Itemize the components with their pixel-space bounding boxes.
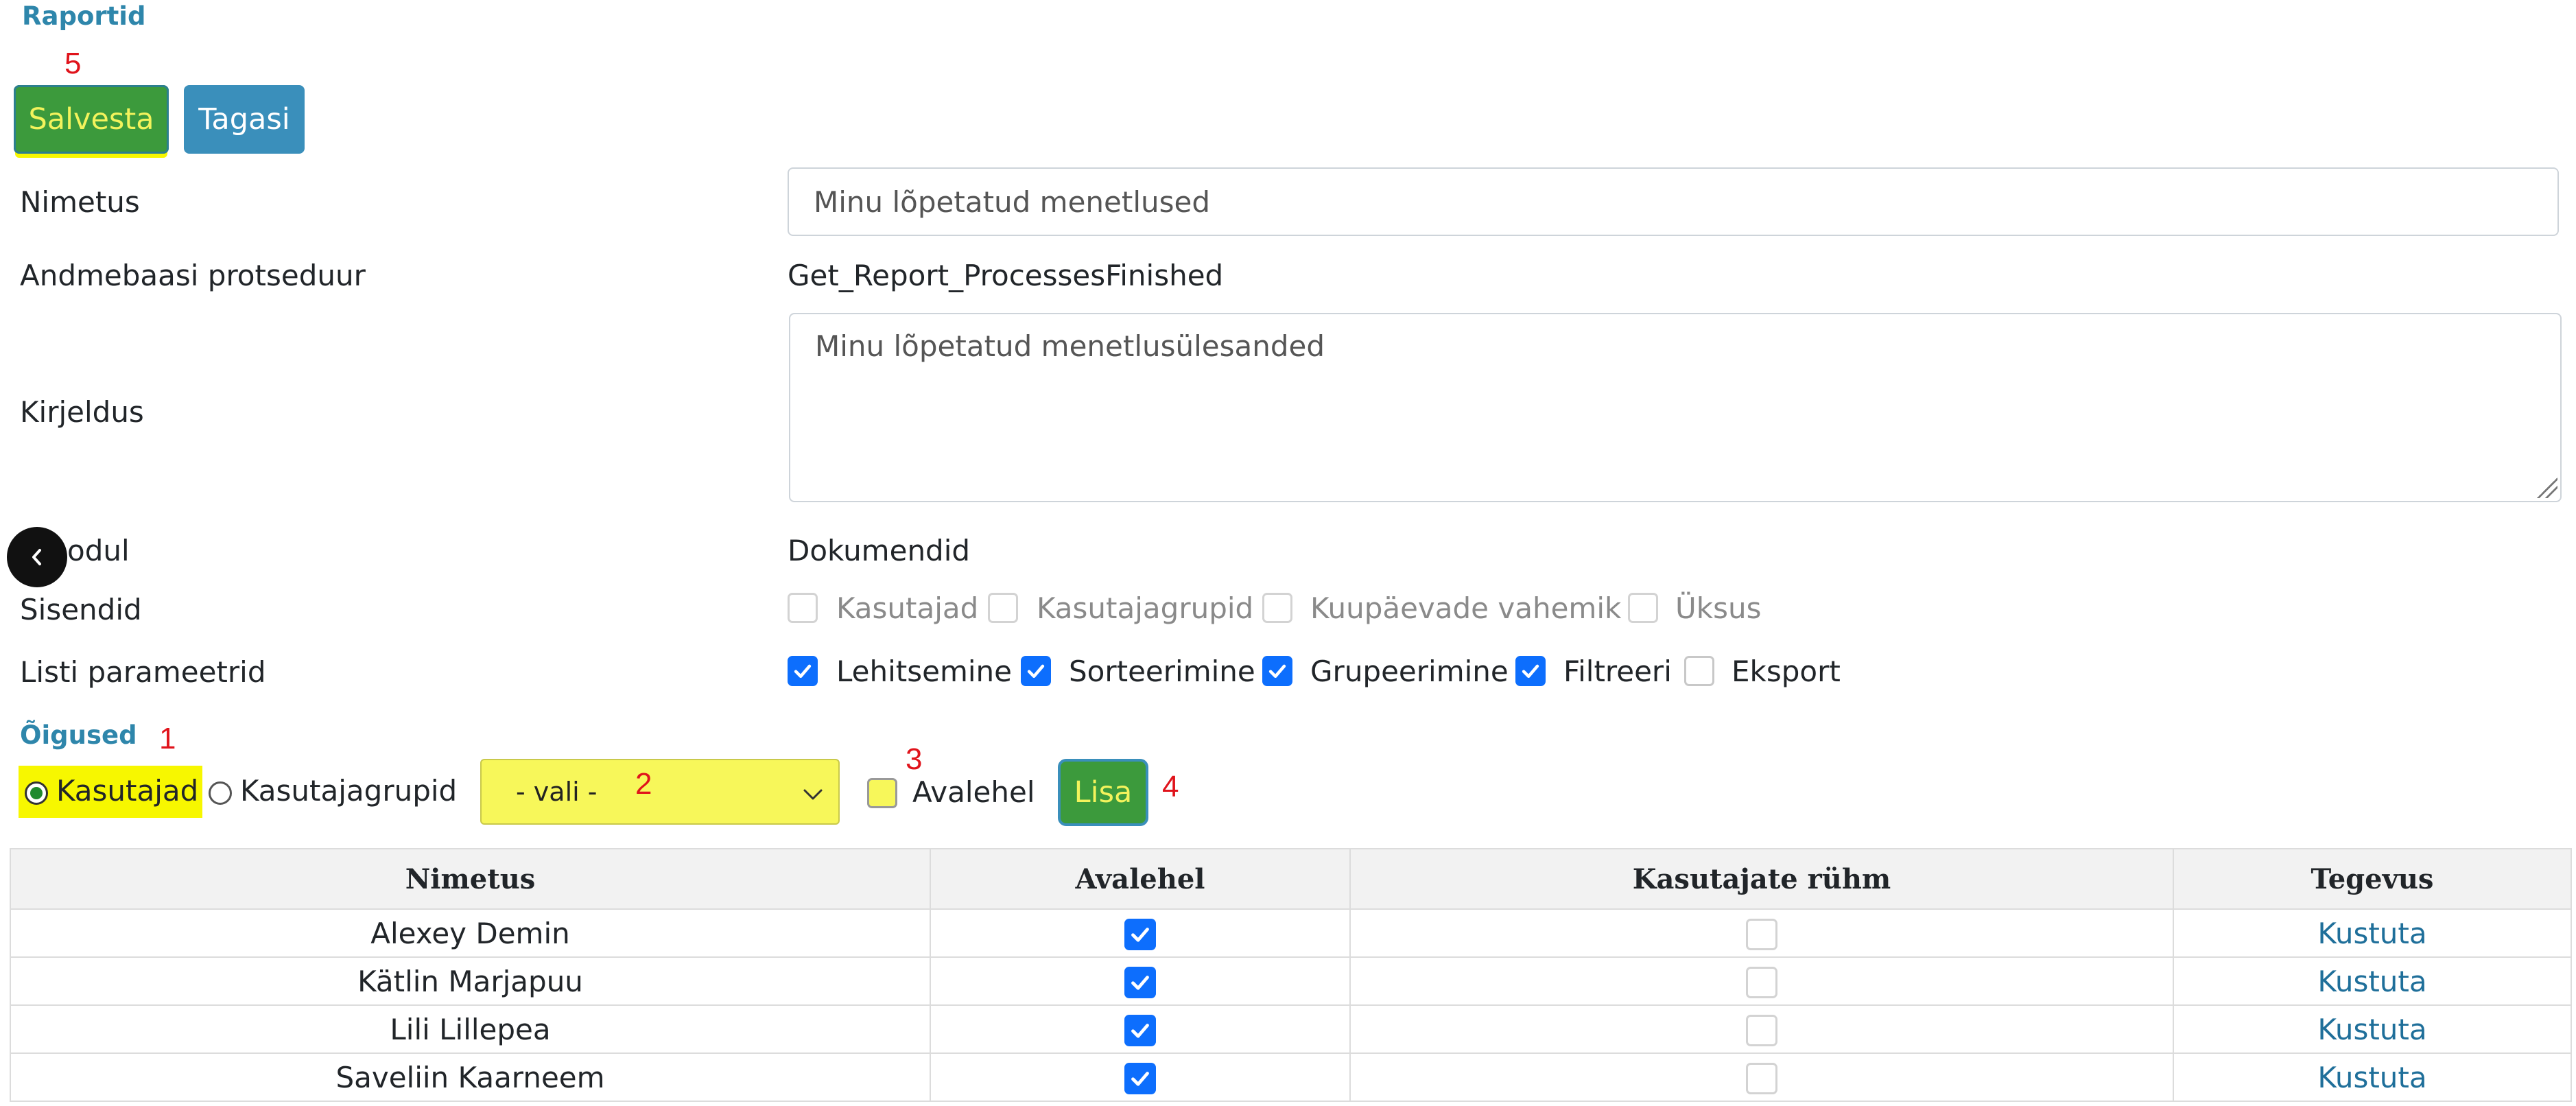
row-name: Alexey Demin [10,908,931,958]
row-action-cell: Kustuta [2173,1004,2572,1054]
breadcrumb-raportid[interactable]: Raportid [22,1,145,31]
inputs-groups-checkbox[interactable] [988,593,1018,623]
param-export-checkbox[interactable] [1684,656,1714,686]
param-paging-label: Lehitsemine [836,655,1013,688]
row-frontpage-checkbox[interactable] [1124,1063,1156,1095]
frontpage-label: Avalehel [912,775,1035,809]
check-icon [1268,664,1286,679]
param-sorting-label: Sorteerimine [1069,655,1255,688]
inputs-unit-label: Üksus [1675,591,1762,625]
row-group-checkbox[interactable] [1746,1063,1777,1095]
save-button[interactable]: Salvesta [14,85,169,154]
row-action-cell: Kustuta [2173,908,2572,958]
inputs-label: Sisendid [20,593,142,626]
row-name: Kätlin Marjapuu [10,956,931,1006]
row-frontpage-cell [930,1004,1351,1054]
check-icon [1522,664,1539,679]
row-frontpage-cell [930,908,1351,958]
annotation-1: 1 [159,722,176,755]
delete-link[interactable]: Kustuta [2317,1013,2426,1046]
table-row: Kätlin Marjapuu Kustuta [10,956,2572,1006]
check-icon [1131,1024,1149,1038]
column-header-name[interactable]: Nimetus [10,848,931,910]
table-header-row: Nimetus Avalehel Kasutajate rühm Tegevus [10,848,2572,910]
description-textarea[interactable]: Minu lõpetatud menetlusülesanded [789,313,2562,502]
delete-link[interactable]: Kustuta [2317,917,2426,950]
rights-table: Nimetus Avalehel Kasutajate rühm Tegevus… [10,848,2572,1102]
param-grouping-checkbox[interactable] [1262,656,1292,686]
procedure-label: Andmebaasi protseduur [20,259,366,292]
row-group-cell [1349,908,2174,958]
row-group-cell [1349,1004,2174,1054]
delete-link[interactable]: Kustuta [2317,1061,2426,1094]
list-params-label: Listi parameetrid [20,655,266,689]
row-group-cell [1349,956,2174,1006]
annotation-3: 3 [906,742,923,776]
check-icon [1131,1072,1149,1086]
frontpage-checkbox[interactable] [867,778,897,808]
annotation-5: 5 [64,47,82,80]
add-button[interactable]: Lisa [1061,762,1146,823]
row-frontpage-checkbox[interactable] [1124,967,1156,999]
check-icon [1131,928,1149,942]
inputs-daterange-checkbox[interactable] [1262,593,1292,623]
resize-grip-icon[interactable] [2537,478,2557,498]
column-header-action: Tegevus [2173,848,2572,910]
delete-link[interactable]: Kustuta [2317,965,2426,998]
users-radio[interactable] [25,781,48,805]
groups-radio-label: Kasutajagrupid [240,774,458,808]
param-sorting-checkbox[interactable] [1021,656,1051,686]
row-action-cell: Kustuta [2173,956,2572,1006]
inputs-users-label: Kasutajad [836,591,979,625]
row-group-checkbox[interactable] [1746,919,1777,951]
collapse-sidebar-button[interactable] [7,527,67,587]
user-select[interactable]: - vali - [480,759,840,825]
check-icon [1131,976,1149,990]
inputs-unit-checkbox[interactable] [1628,593,1658,623]
module-label: odul [67,534,130,567]
row-group-cell [1349,1052,2174,1102]
row-group-checkbox[interactable] [1746,1015,1777,1047]
param-filter-checkbox[interactable] [1515,656,1546,686]
table-row: Alexey Demin Kustuta [10,908,2572,958]
row-frontpage-checkbox[interactable] [1124,919,1156,951]
inputs-groups-label: Kasutajagrupid [1037,591,1254,625]
check-icon [794,664,812,679]
module-value: Dokumendid [788,534,971,567]
procedure-value: Get_Report_ProcessesFinished [788,259,1224,292]
description-label: Kirjeldus [20,395,144,429]
param-grouping-label: Grupeerimine [1310,655,1509,688]
inputs-daterange-label: Kuupäevade vahemik [1310,591,1622,625]
chevron-left-icon [32,549,41,565]
row-frontpage-cell [930,1052,1351,1102]
row-name: Lili Lillepea [10,1004,931,1054]
row-frontpage-cell [930,956,1351,1006]
param-filter-label: Filtreeri [1563,655,1672,688]
users-radio-label: Kasutajad [56,774,199,808]
chevron-down-icon [803,789,823,800]
table-row: Lili Lillepea Kustuta [10,1004,2572,1054]
rights-title: Õigused [20,720,137,750]
annotation-2: 2 [635,767,652,801]
column-header-group[interactable]: Kasutajate rühm [1349,848,2174,910]
back-button[interactable]: Tagasi [184,85,305,154]
row-name: Saveliin Kaarneem [10,1052,931,1102]
row-group-checkbox[interactable] [1746,967,1777,999]
user-select-value: - vali - [516,777,598,807]
name-input[interactable] [788,167,2559,236]
column-header-frontpage[interactable]: Avalehel [930,848,1351,910]
groups-radio[interactable] [209,781,232,805]
row-action-cell: Kustuta [2173,1052,2572,1102]
check-icon [1027,664,1045,679]
annotation-4: 4 [1162,770,1179,803]
inputs-users-checkbox[interactable] [788,593,818,623]
param-export-label: Eksport [1732,655,1841,688]
param-paging-checkbox[interactable] [788,656,818,686]
name-label: Nimetus [20,185,140,219]
row-frontpage-checkbox[interactable] [1124,1015,1156,1047]
table-row: Saveliin Kaarneem Kustuta [10,1052,2572,1102]
